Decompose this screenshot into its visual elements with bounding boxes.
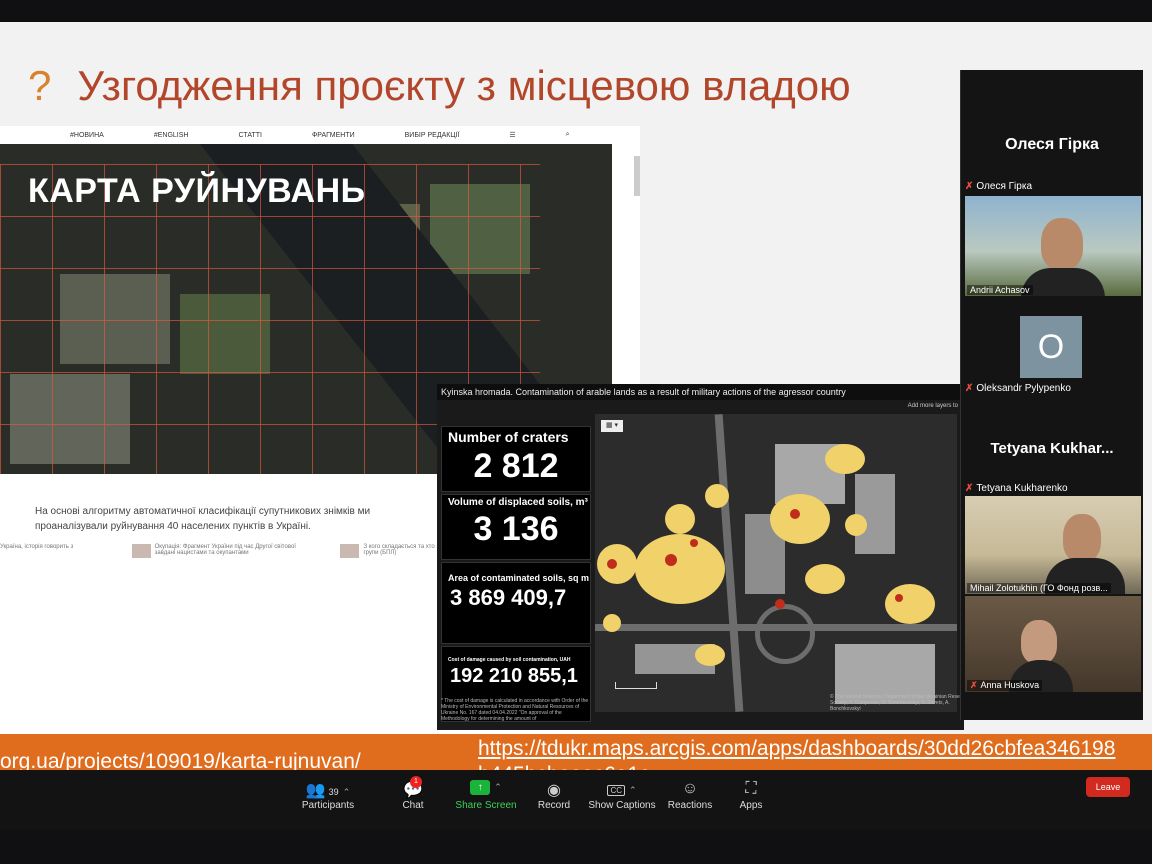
- map-credit: © The Natural Sciences Department of the…: [830, 694, 970, 712]
- crater-map[interactable]: ▦ ▾: [595, 414, 957, 712]
- related-article-text: Україна, історія говорить з: [0, 544, 74, 550]
- apps-button[interactable]: ⛶ Apps: [736, 780, 766, 811]
- participants-video-panel: Олеся Гірка ✗ Олеся Гірка Andrii Achasov …: [960, 70, 1143, 720]
- leave-button[interactable]: Leave: [1086, 777, 1130, 797]
- show-captions-button[interactable]: CC ⌃ Show Captions: [588, 780, 656, 811]
- participants-label: Participants: [301, 800, 355, 811]
- participant-video-label: Andrii Achasov: [967, 285, 1033, 295]
- participants-count: 39: [328, 787, 339, 797]
- question-mark-icon: ?: [28, 62, 52, 109]
- slide-title: ? Узгодження проєкту з місцевою владою: [28, 62, 851, 110]
- chat-badge: 1: [410, 776, 422, 788]
- dashboard-header: Kyinska hromada. Contamination of arable…: [437, 384, 964, 400]
- participant-label: ✗ Олеся Гірка: [965, 181, 1033, 192]
- stat-value: 192 210 855,1: [450, 665, 578, 687]
- web-nav-item[interactable]: ВИБІР РЕДАКЦІЇ: [405, 132, 460, 139]
- dashboard-footnote: * The cost of damage is calculated in ac…: [441, 698, 589, 722]
- scrollbar[interactable]: [634, 156, 640, 196]
- participant-name-large: Олеся Гірка: [1005, 136, 1099, 153]
- stat-label: Area of contaminated soils, sq m: [448, 573, 590, 583]
- search-icon[interactable]: ⌕: [566, 131, 570, 139]
- article-thumbnail: [340, 544, 360, 558]
- meeting-toolbar: 👥 39 ⌃ Participants 💬 1 Chat ↑ ⌃ Share Scree…: [0, 770, 1152, 830]
- related-article[interactable]: Окупація: Фрагмент України під час Друго…: [132, 544, 312, 558]
- stat-contaminated-area: Area of contaminated soils, sq m 3 869 4…: [441, 562, 591, 644]
- record-label: Record: [537, 800, 571, 811]
- participants-icon: 👥 39 ⌃: [305, 782, 351, 799]
- participants-button[interactable]: 👥 39 ⌃ Participants: [300, 780, 356, 811]
- web-nav: #НОВИНА #ENGLISH СТАТТІ ФРАГМЕНТИ ВИБІР …: [0, 126, 612, 144]
- chevron-up-icon[interactable]: ⌃: [343, 787, 351, 797]
- participant-video[interactable]: Andrii Achasov: [965, 196, 1141, 296]
- captions-icon: CC ⌃: [588, 780, 656, 800]
- web-nav-item[interactable]: #НОВИНА: [70, 132, 104, 139]
- chat-icon: 💬 1: [403, 776, 423, 799]
- apps-icon: ⛶: [745, 780, 757, 797]
- add-layers-hint: Add more layers to: [907, 403, 958, 409]
- muted-mic-icon: ✗: [970, 680, 978, 690]
- menu-icon[interactable]: ☰: [509, 131, 515, 139]
- show-captions-label: Show Captions: [588, 800, 656, 811]
- participant-video-label: ✗ Anna Huskova: [967, 680, 1043, 691]
- slide-title-text: Узгодження проєкту з місцевою владою: [77, 62, 851, 109]
- reactions-icon: ☺: [681, 780, 699, 797]
- monitor-frame: ? Узгодження проєкту з місцевою владою #Н…: [0, 0, 1152, 864]
- record-icon: ◉: [547, 782, 561, 799]
- arcgis-dashboard: Kyinska hromada. Contamination of arable…: [437, 384, 964, 730]
- reactions-button[interactable]: ☺ Reactions: [666, 780, 714, 811]
- web-nav-item[interactable]: ФРАГМЕНТИ: [312, 132, 355, 139]
- map-title: КАРТА РУЙНУВАНЬ: [28, 172, 366, 210]
- scale-bar: [615, 682, 657, 689]
- share-screen-label: Share Screen: [455, 800, 517, 811]
- participant-video[interactable]: ✗ Anna Huskova: [965, 596, 1141, 692]
- apps-label: Apps: [739, 800, 763, 811]
- web-nav-item[interactable]: СТАТТІ: [238, 132, 262, 139]
- participant-label: ✗ Tetyana Kukharenko: [965, 483, 1068, 494]
- reactions-label: Reactions: [667, 800, 713, 811]
- share-screen-icon: ↑: [470, 780, 491, 795]
- participant-name-large: Tetyana Kukhar...: [990, 440, 1114, 457]
- stat-value: 3 136: [473, 510, 559, 548]
- participant-video[interactable]: Mihail Zolotukhin (ГО Фонд розв...: [965, 496, 1141, 594]
- related-article[interactable]: Україна, історія говорить з: [0, 544, 73, 550]
- stat-label: Number of craters: [448, 429, 569, 445]
- stat-value: 2 812: [473, 447, 559, 485]
- chat-label: Chat: [402, 800, 424, 811]
- stat-label: Volume of displaced soils, m³: [448, 497, 588, 508]
- stat-displaced-soils: Volume of displaced soils, m³ 3 136: [441, 494, 591, 560]
- article-thumbnail: [132, 544, 151, 558]
- record-button[interactable]: ◉ Record: [534, 780, 574, 811]
- muted-mic-icon: ✗: [965, 383, 974, 394]
- participant-video-label: Mihail Zolotukhin (ГО Фонд розв...: [967, 583, 1111, 593]
- stat-value: 3 869 409,7: [450, 585, 567, 610]
- stat-craters: Number of craters 2 812: [441, 426, 591, 492]
- web-caption: На основі алгоритму автоматичної класифі…: [35, 506, 371, 532]
- stat-label: Cost of damage caused by soil contaminat…: [448, 657, 571, 663]
- chevron-up-icon[interactable]: ⌃: [494, 782, 502, 792]
- related-article[interactable]: З кого складається та хто з групи (БПЛ): [340, 544, 440, 558]
- muted-mic-icon: ✗: [965, 483, 974, 494]
- basemap-toggle-button[interactable]: ▦ ▾: [601, 420, 623, 432]
- chevron-up-icon[interactable]: ⌃: [629, 785, 637, 795]
- chat-button[interactable]: 💬 1 Chat: [398, 776, 428, 811]
- muted-mic-icon: ✗: [965, 181, 974, 192]
- related-article-text: З кого складається та хто з групи (БПЛ): [363, 544, 440, 556]
- related-article-text: Окупація: Фрагмент України під час Друго…: [154, 544, 296, 556]
- participant-avatar: O: [1020, 316, 1082, 378]
- participant-label: ✗ Oleksandr Pylypenko: [965, 383, 1071, 394]
- share-screen-button[interactable]: ↑ ⌃ Share Screen: [454, 780, 518, 811]
- web-nav-item[interactable]: #ENGLISH: [154, 132, 189, 139]
